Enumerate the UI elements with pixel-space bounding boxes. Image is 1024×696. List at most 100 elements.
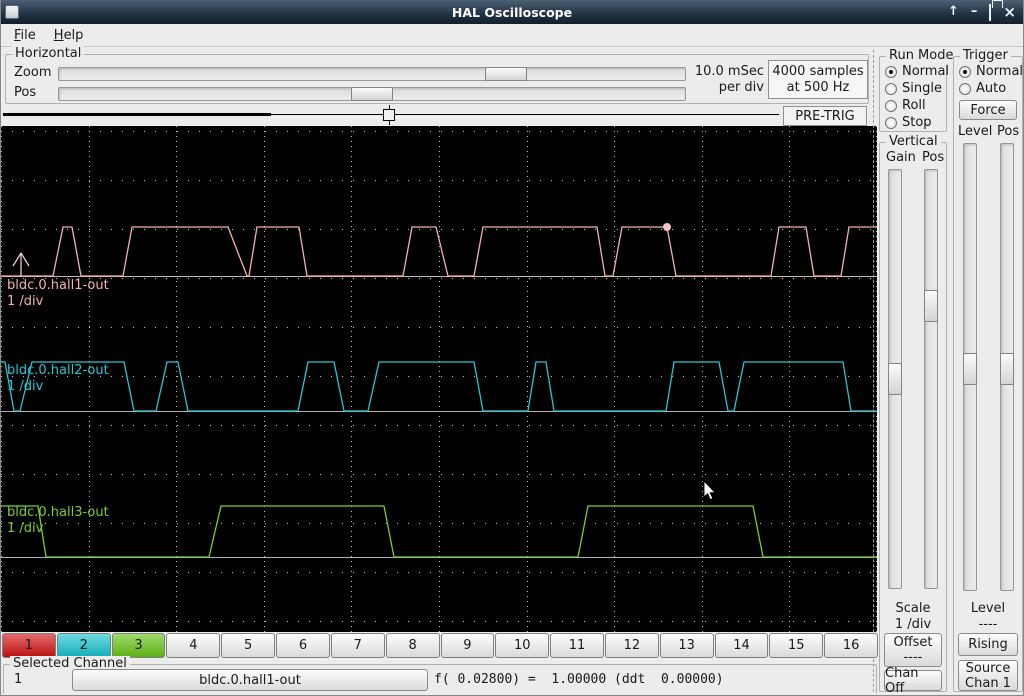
trigger-level-label: Level bbox=[958, 124, 993, 139]
run-mode-radio-normal[interactable]: Normal bbox=[880, 63, 950, 80]
horizontal-pos-slider-thumb[interactable] bbox=[351, 87, 393, 101]
close-icon[interactable]: × bbox=[1003, 0, 1016, 24]
trigger-frame-label: Trigger bbox=[960, 48, 1011, 64]
channel-button-13[interactable]: 13 bbox=[659, 633, 714, 658]
window-title: HAL Oscilloscope bbox=[451, 4, 573, 20]
channel-button-8[interactable]: 8 bbox=[385, 633, 440, 658]
pretrig-bar-shadow bbox=[271, 117, 779, 118]
trace-name-label-2: bldc.0.hall2-out bbox=[7, 363, 109, 378]
channel-readout: f( 0.02800) = 1.00000 (ddt 0.00000) bbox=[434, 672, 724, 687]
pretrig-bar-line[interactable] bbox=[271, 114, 779, 115]
channel-button-12[interactable]: 12 bbox=[604, 633, 659, 658]
channel-button-15[interactable]: 15 bbox=[769, 633, 824, 658]
level-value: ---- bbox=[978, 617, 998, 632]
trigger-source-button[interactable]: Source Chan 1 bbox=[958, 660, 1018, 691]
channel-button-row: 1 2 3 4 5 6 7 8 9 10 11 12 13 14 15 16 bbox=[2, 633, 878, 658]
vertical-pos-label: Pos bbox=[922, 150, 945, 165]
trigger-radio-normal[interactable]: Normal bbox=[954, 63, 1024, 80]
channel-button-1[interactable]: 1 bbox=[2, 633, 56, 658]
run-mode-radio-roll[interactable]: Roll bbox=[880, 97, 946, 114]
run-mode-radio-label: Roll bbox=[902, 98, 926, 113]
vertical-pos-slider[interactable] bbox=[924, 169, 938, 589]
run-mode-radio-single[interactable]: Single bbox=[880, 80, 946, 97]
pane-separator[interactable] bbox=[873, 50, 874, 692]
trigger-point-dot bbox=[663, 223, 671, 231]
radio-icon[interactable] bbox=[885, 65, 897, 78]
horizontal-frame-label: Horizontal bbox=[12, 46, 85, 62]
rising-button[interactable]: Rising bbox=[958, 633, 1018, 656]
menu-item-help[interactable]: Help bbox=[45, 26, 93, 45]
vertical-gain-slider-thumb[interactable] bbox=[888, 363, 902, 395]
run-mode-radio-label: Stop bbox=[902, 115, 932, 130]
offset-button[interactable]: Offset ---- bbox=[884, 633, 942, 667]
scope-svg: bldc.0.hall1-out1 /divbldc.0.hall2-out1 … bbox=[1, 126, 877, 632]
trigger-radio-label: Normal bbox=[976, 64, 1024, 79]
run-mode-frame-label: Run Mode bbox=[886, 48, 957, 64]
channel-button-9[interactable]: 9 bbox=[440, 633, 495, 658]
run-mode-radio-label: Normal bbox=[902, 64, 950, 79]
channel-button-11[interactable]: 11 bbox=[550, 633, 604, 658]
horizontal-zoom-slider[interactable] bbox=[58, 67, 686, 81]
pretrig-label-box: PRE-TRIG bbox=[783, 106, 867, 126]
scale-value: 1 /div bbox=[894, 617, 932, 632]
trace-name-label-3: bldc.0.hall3-out bbox=[7, 505, 109, 520]
trigger-level-slider[interactable] bbox=[963, 143, 977, 591]
trigger-radio-label: Auto bbox=[976, 81, 1007, 96]
pos-label: Pos bbox=[14, 85, 37, 100]
minimize-icon[interactable]: – bbox=[971, 0, 978, 24]
run-mode-frame: Run Mode Normal Single Roll Stop bbox=[879, 48, 957, 132]
radio-icon[interactable] bbox=[885, 99, 897, 112]
trace-scale-label-2: 1 /div bbox=[7, 379, 44, 394]
horizontal-pos-slider[interactable] bbox=[58, 87, 686, 101]
title-bar: HAL Oscilloscope ↑ – × bbox=[1, 0, 1023, 24]
trigger-radio-auto[interactable]: Auto bbox=[954, 80, 1022, 97]
radio-icon[interactable] bbox=[959, 82, 971, 95]
channel-button-14[interactable]: 14 bbox=[714, 633, 769, 658]
selected-channel-frame: Selected Channel 1 bldc.0.hall1-out f( 0… bbox=[3, 656, 877, 694]
run-mode-radio-label: Single bbox=[902, 81, 942, 96]
shade-icon[interactable]: ↑ bbox=[948, 0, 959, 24]
channel-button-7[interactable]: 7 bbox=[330, 633, 385, 658]
vertical-frame-label: Vertical bbox=[886, 134, 941, 150]
channel-button-3[interactable]: 3 bbox=[111, 633, 166, 658]
channel-button-16[interactable]: 16 bbox=[824, 633, 878, 658]
pretrig-bar-filled[interactable] bbox=[3, 113, 271, 116]
trigger-level-slider-thumb[interactable] bbox=[963, 353, 977, 385]
trigger-pos-label: Pos bbox=[997, 124, 1020, 139]
radio-icon[interactable] bbox=[885, 82, 897, 95]
time-per-div: 10.0 mSec per div bbox=[694, 64, 764, 95]
pretrig-marker-handle[interactable] bbox=[383, 109, 395, 121]
horizontal-zoom-slider-thumb[interactable] bbox=[485, 67, 527, 81]
radio-icon[interactable] bbox=[959, 65, 971, 78]
selected-channel-number: 1 bbox=[14, 672, 23, 687]
mouse-cursor-icon bbox=[703, 479, 717, 501]
scope-display[interactable]: bldc.0.hall1-out 1 /div bldc.0.hall2-out 1 … bbox=[1, 126, 877, 632]
channel-button-6[interactable]: 6 bbox=[276, 633, 330, 658]
run-mode-radio-stop[interactable]: Stop bbox=[880, 114, 946, 131]
vertical-gain-slider[interactable] bbox=[888, 169, 902, 589]
scale-caption: Scale bbox=[895, 601, 931, 616]
trigger-pos-slider[interactable] bbox=[1000, 143, 1014, 591]
channel-position-arrow-icon bbox=[20, 252, 30, 267]
channel-button-10[interactable]: 10 bbox=[495, 633, 550, 658]
vertical-pos-slider-thumb[interactable] bbox=[924, 290, 938, 322]
selected-channel-name-button[interactable]: bldc.0.hall1-out bbox=[72, 669, 428, 691]
trace-scale-label-1: 1 /div bbox=[7, 294, 44, 309]
force-button[interactable]: Force bbox=[959, 100, 1017, 120]
radio-icon[interactable] bbox=[885, 116, 897, 129]
record-length-button[interactable]: 4000 samples at 500 Hz bbox=[768, 60, 868, 99]
vertical-gain-label: Gain bbox=[886, 150, 916, 165]
vertical-frame: Vertical Gain Pos Scale 1 /div Offset --… bbox=[879, 134, 947, 695]
chan-off-button[interactable]: Chan Off bbox=[884, 666, 942, 695]
restore-icon[interactable] bbox=[989, 3, 992, 21]
channel-button-5[interactable]: 5 bbox=[221, 633, 276, 658]
zoom-label: Zoom bbox=[14, 65, 52, 80]
level-caption: Level bbox=[970, 601, 1006, 616]
trace-name-label-1: bldc.0.hall1-out bbox=[7, 278, 109, 293]
menu-item-file[interactable]: File bbox=[5, 26, 45, 45]
trace-scale-label-3: 1 /div bbox=[7, 521, 44, 536]
horizontal-frame: Horizontal Zoom Pos 10.0 mSec per div 40… bbox=[5, 46, 869, 104]
channel-button-2[interactable]: 2 bbox=[56, 633, 111, 658]
channel-button-4[interactable]: 4 bbox=[166, 633, 221, 658]
trigger-pos-slider-thumb[interactable] bbox=[1000, 353, 1014, 385]
